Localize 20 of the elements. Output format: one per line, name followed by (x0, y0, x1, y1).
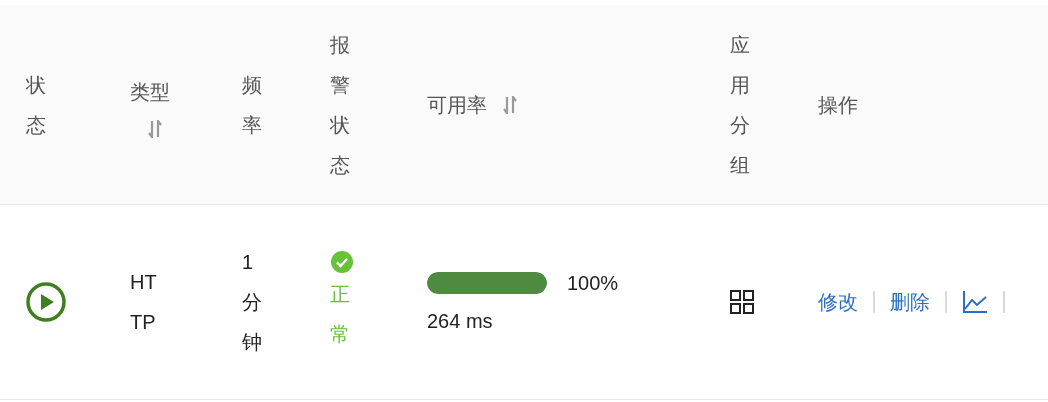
availability-percent: 100% (567, 271, 619, 296)
action-link[interactable]: 修改 (818, 287, 858, 317)
alert-status: 正常 (330, 282, 351, 347)
column-header: 操作 (818, 92, 858, 118)
frequency-cell-text: 1分钟 (242, 250, 263, 355)
line-chart-icon[interactable] (962, 290, 988, 314)
grid-icon[interactable] (730, 290, 754, 314)
latency-text: 264 ms (427, 309, 494, 334)
action-link[interactable]: 删除 (890, 287, 930, 317)
column-header: 可用率 (427, 92, 487, 118)
column-header: 状态 (26, 72, 47, 138)
column-header: 报警状态 (330, 32, 351, 178)
column-header: 类型 (130, 79, 171, 105)
sort-icon[interactable] (503, 95, 517, 114)
check-circle-icon (330, 250, 354, 274)
play-icon[interactable] (26, 282, 66, 322)
column-header: 频率 (242, 72, 263, 138)
type-cell-text: HTTP (130, 270, 158, 335)
sort-icon[interactable] (148, 119, 162, 138)
column-header: 应用分组 (730, 32, 751, 178)
